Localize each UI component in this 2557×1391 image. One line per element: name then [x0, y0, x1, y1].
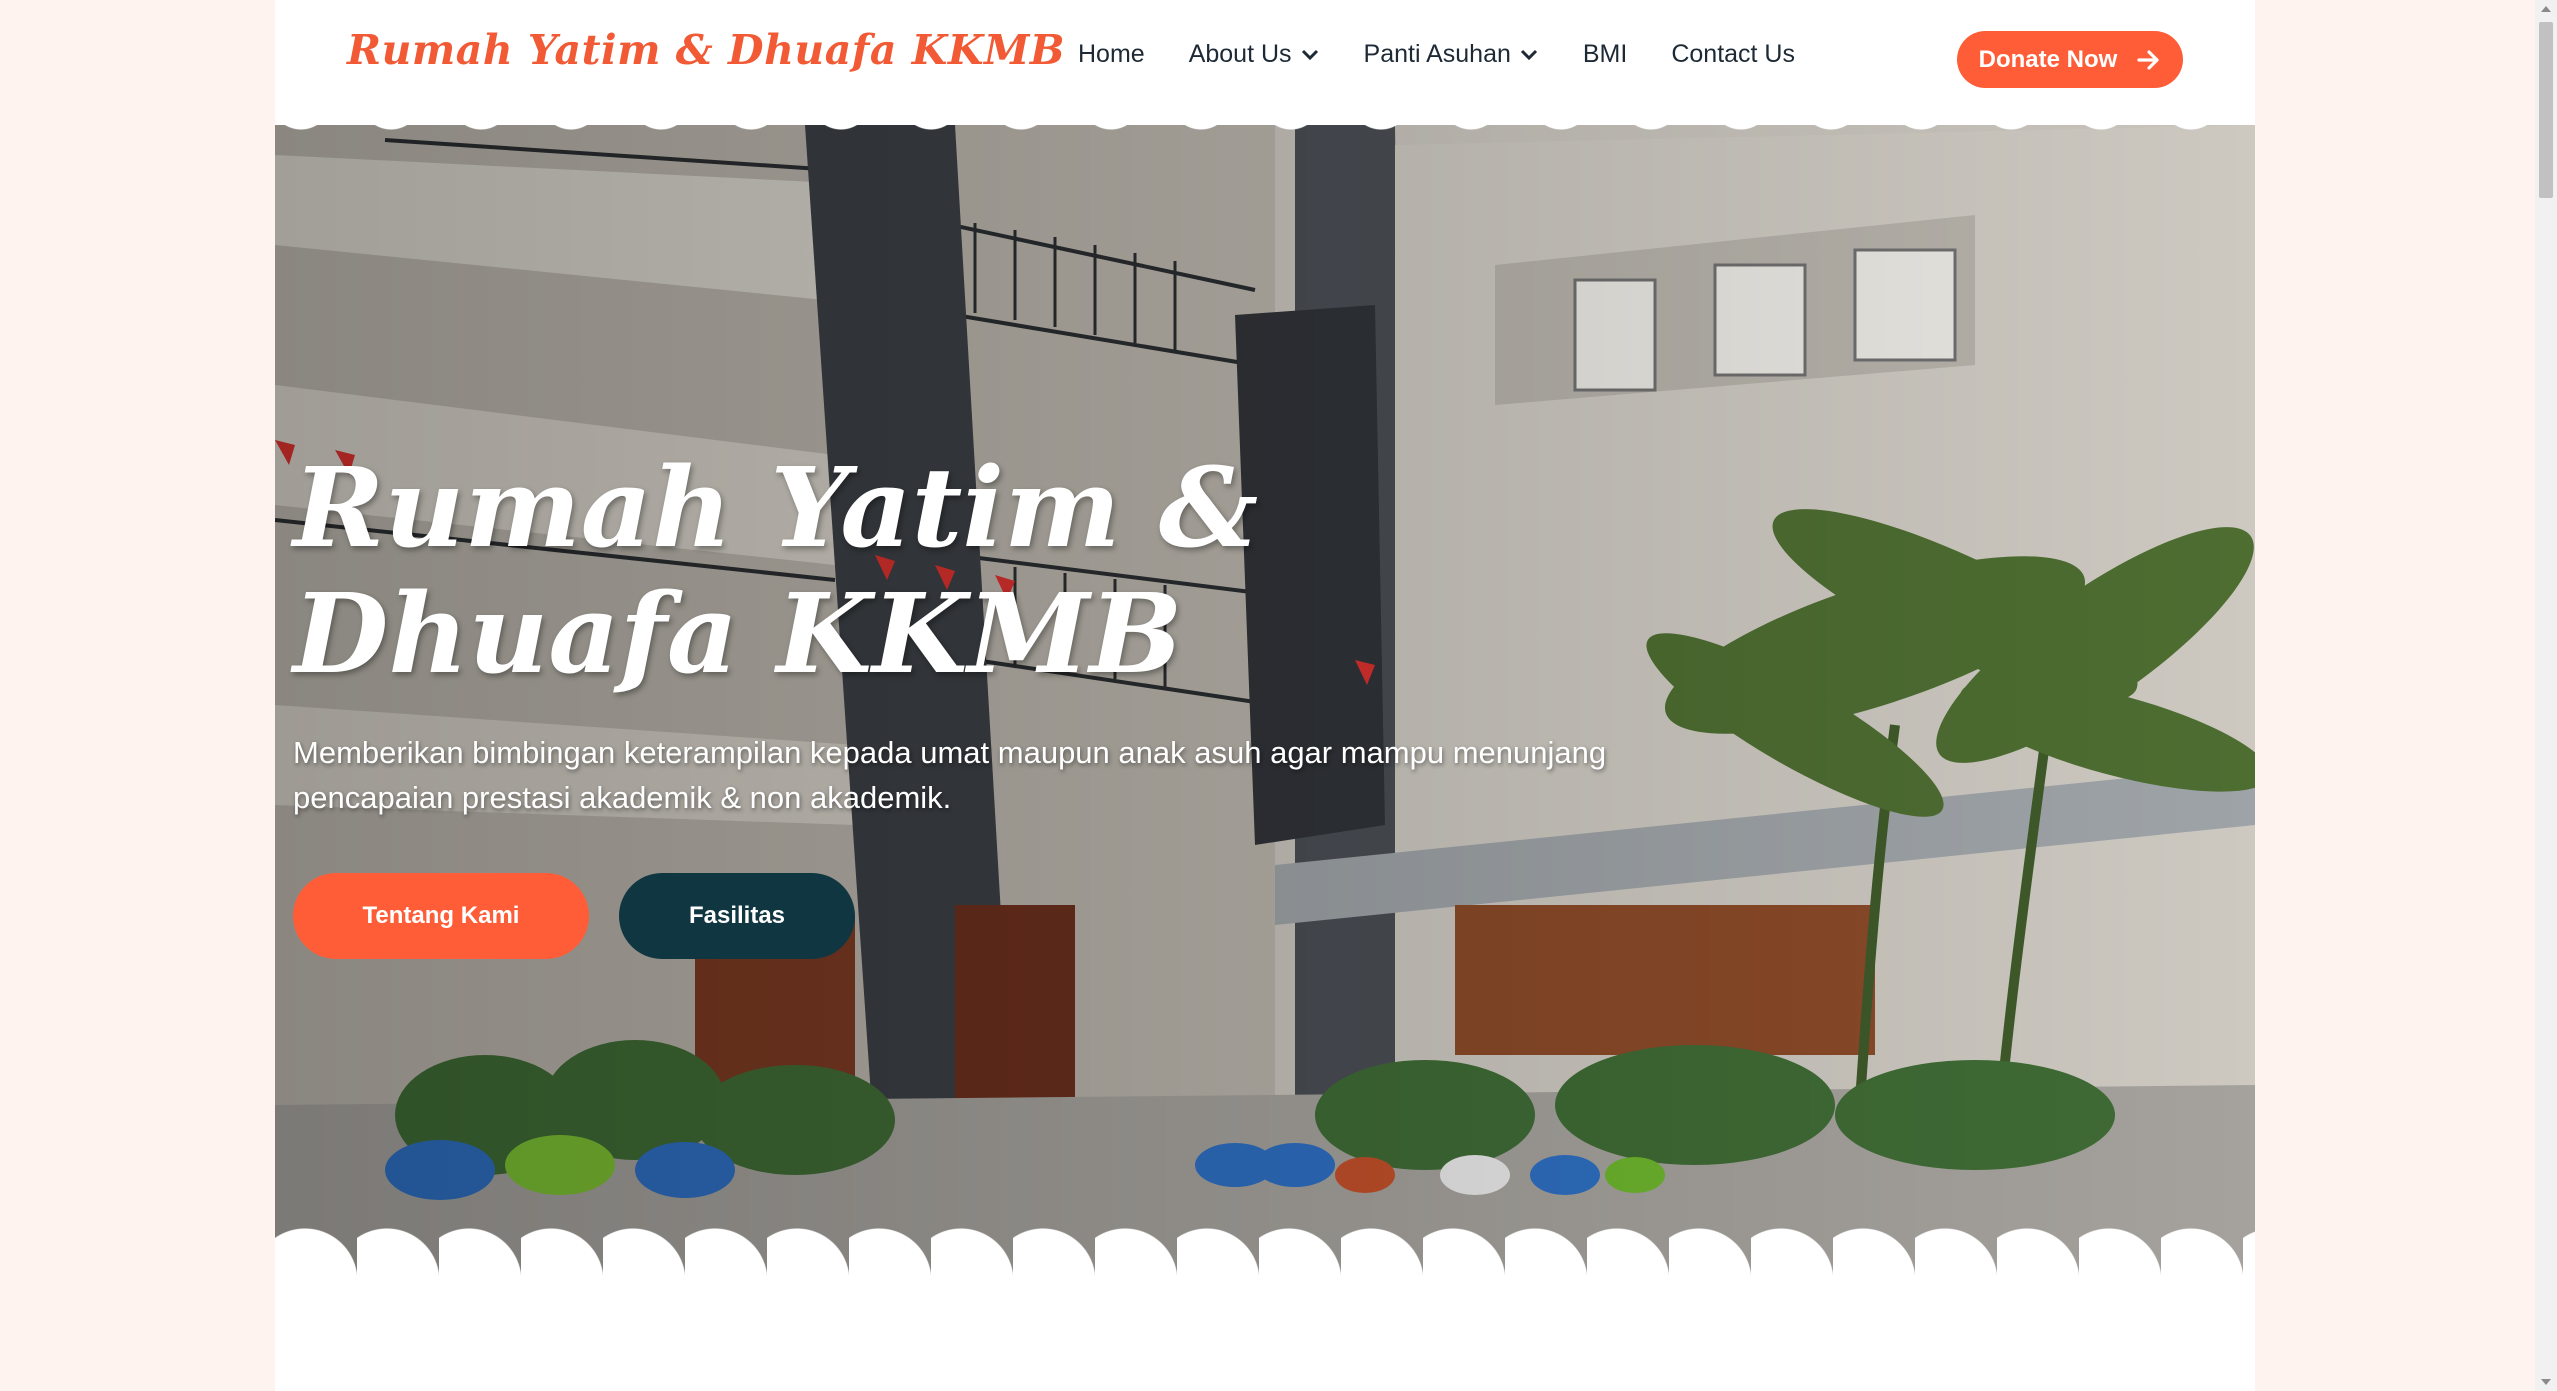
scallop-top-border — [275, 125, 2255, 133]
hero-subtitle: Memberikan bimbingan keterampilan kepada… — [293, 735, 1607, 815]
chevron-down-icon — [1301, 49, 1318, 60]
nav-item-about-us[interactable]: About Us — [1189, 40, 1320, 69]
main-nav: Home About Us Panti Asuhan BMI Contact U… — [1078, 40, 1839, 69]
scroll-up-arrow-icon[interactable] — [2541, 6, 2551, 12]
tentang-kami-button[interactable]: Tentang Kami — [293, 873, 589, 959]
donate-button-label: Donate Now — [1978, 45, 2118, 73]
brand-logo[interactable]: Rumah Yatim & Dhuafa KKMB — [347, 26, 1065, 74]
nav-item-label: BMI — [1582, 40, 1628, 68]
hero-overlay — [275, 125, 2255, 1275]
chevron-down-icon — [1520, 49, 1537, 60]
page-scrollbar[interactable] — [2535, 0, 2557, 1391]
scallop-bottom-border — [275, 1223, 2255, 1275]
hero-title: Rumah Yatim & Dhuafa KKMB — [293, 443, 1259, 698]
navbar: Rumah Yatim & Dhuafa KKMB Home About Us … — [275, 0, 2255, 125]
donate-now-button[interactable]: Donate Now — [1957, 31, 2183, 88]
scrollbar-thumb[interactable] — [2539, 22, 2553, 198]
nav-item-panti-asuhan[interactable]: Panti Asuhan — [1364, 40, 1539, 69]
nav-item-label: Home — [1078, 40, 1145, 68]
page: Rumah Yatim & Dhuafa KKMB Home About Us … — [275, 0, 2255, 1391]
nav-item-home[interactable]: Home — [1078, 40, 1145, 69]
nav-item-label: Panti Asuhan — [1363, 40, 1511, 68]
scroll-down-arrow-icon[interactable] — [2541, 1379, 2551, 1385]
nav-item-contact-us[interactable]: Contact Us — [1671, 40, 1795, 69]
nav-item-label: About Us — [1188, 40, 1292, 68]
nav-item-label: Contact Us — [1671, 40, 1795, 68]
arrow-right-icon — [2137, 49, 2159, 70]
hero-section: Rumah Yatim & Dhuafa KKMB Memberikan bim… — [275, 125, 2255, 1275]
fasilitas-button[interactable]: Fasilitas — [619, 873, 855, 959]
nav-item-bmi[interactable]: BMI — [1583, 40, 1627, 69]
